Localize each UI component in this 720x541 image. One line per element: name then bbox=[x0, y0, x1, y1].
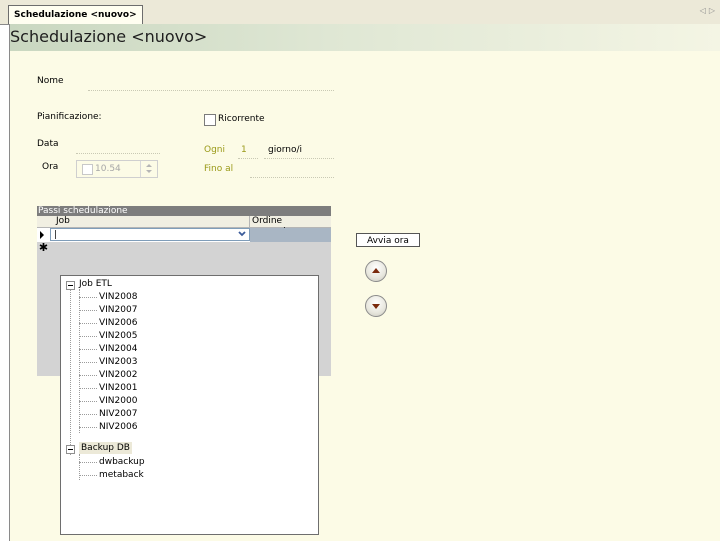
row-pointer-icon bbox=[40, 231, 44, 239]
tree-item[interactable]: VIN2005 bbox=[99, 330, 137, 342]
tree-item[interactable]: VIN2003 bbox=[99, 356, 137, 368]
tree-line bbox=[79, 401, 97, 402]
move-down-button[interactable] bbox=[365, 295, 387, 317]
column-job[interactable]: Job bbox=[56, 216, 70, 227]
tree-item[interactable]: VIN2001 bbox=[99, 382, 137, 394]
chevron-down-icon[interactable] bbox=[236, 229, 248, 240]
tree-item[interactable]: metaback bbox=[99, 469, 144, 481]
ogni-unit-field[interactable] bbox=[264, 158, 334, 159]
tree-line bbox=[79, 362, 97, 363]
tree-item[interactable]: VIN2000 bbox=[99, 395, 137, 407]
fino-al-field[interactable] bbox=[250, 177, 334, 178]
tree-line bbox=[79, 427, 97, 428]
spin-up-icon[interactable] bbox=[146, 164, 152, 167]
ogni-unit: giorno/i bbox=[268, 145, 303, 155]
nome-field[interactable] bbox=[88, 90, 334, 91]
combo-text: | bbox=[54, 230, 58, 240]
ogni-field[interactable] bbox=[238, 158, 258, 159]
new-row-icon: ✱ bbox=[38, 241, 49, 254]
collapse-icon[interactable] bbox=[66, 445, 75, 454]
ogni-label: Ogni bbox=[204, 145, 226, 155]
grid-column-header: Job Ordine esecuzione bbox=[37, 216, 331, 237]
tree-line bbox=[79, 454, 80, 480]
ogni-value: 1 bbox=[241, 145, 247, 155]
tab-strip: Schedulazione <nuovo> ◁▷ bbox=[0, 0, 720, 25]
tree-line bbox=[79, 388, 97, 389]
tree-line bbox=[79, 310, 97, 311]
tree-group-backup-db[interactable]: Backup DB bbox=[79, 442, 132, 454]
tree-line bbox=[79, 349, 97, 350]
tree-line bbox=[79, 475, 97, 476]
tree-line bbox=[79, 297, 97, 298]
tab-scroll-right-icon[interactable]: ▷ bbox=[709, 6, 718, 15]
tree-line bbox=[79, 323, 97, 324]
data-field[interactable] bbox=[76, 153, 160, 154]
table-row[interactable]: | bbox=[37, 228, 331, 242]
ricorrente-label: Ricorrente bbox=[218, 114, 265, 124]
page-header: Schedulazione <nuovo> bbox=[10, 24, 720, 51]
data-label: Data bbox=[37, 139, 59, 149]
grid-title: Passi schedulazione bbox=[37, 206, 331, 216]
ora-label: Ora bbox=[42, 162, 59, 172]
collapse-icon[interactable] bbox=[66, 281, 75, 290]
ora-value: 10.54 bbox=[95, 164, 121, 174]
tree-line bbox=[70, 285, 71, 455]
form-panel: Schedulazione <nuovo> Nome Pianificazion… bbox=[9, 24, 720, 541]
tree-item[interactable]: VIN2004 bbox=[99, 343, 137, 355]
tree-line bbox=[79, 336, 97, 337]
avvia-ora-button[interactable]: Avvia ora bbox=[356, 233, 420, 247]
ricorrente-checkbox[interactable] bbox=[204, 114, 216, 126]
tree-line bbox=[79, 462, 97, 463]
tree-group-job-etl[interactable]: Job ETL bbox=[79, 278, 112, 290]
tree-item[interactable]: VIN2007 bbox=[99, 304, 137, 316]
tree-item[interactable]: NIV2007 bbox=[99, 408, 137, 420]
tree-item[interactable]: VIN2006 bbox=[99, 317, 137, 329]
ora-enable-checkbox[interactable] bbox=[82, 164, 93, 175]
ora-time-picker[interactable]: 10.54 bbox=[76, 160, 158, 178]
move-up-button[interactable] bbox=[365, 260, 387, 282]
nome-label: Nome bbox=[37, 76, 64, 86]
triangle-down-icon bbox=[372, 304, 380, 309]
tab-scroll-left-icon[interactable]: ◁ bbox=[700, 6, 709, 15]
spin-down-icon[interactable] bbox=[146, 170, 152, 173]
fino-al-label: Fino al bbox=[204, 164, 234, 174]
tree-item[interactable]: dwbackup bbox=[99, 456, 145, 468]
tree-line bbox=[79, 375, 97, 376]
tree-line bbox=[79, 414, 97, 415]
tab-schedulazione[interactable]: Schedulazione <nuovo> bbox=[8, 5, 143, 24]
ora-spin-buttons[interactable] bbox=[140, 161, 157, 177]
ordine-cell[interactable] bbox=[250, 228, 331, 242]
page-title: Schedulazione <nuovo> bbox=[10, 27, 208, 46]
tree-item[interactable]: VIN2002 bbox=[99, 369, 137, 381]
pianificazione-label: Pianificazione: bbox=[37, 112, 102, 122]
job-tree-dropdown[interactable]: Job ETL VIN2008 VIN2007 VIN2006 VIN2005 … bbox=[60, 275, 319, 535]
column-ordine-esecuzione[interactable]: Ordine esecuzione bbox=[249, 216, 331, 237]
tree-item[interactable]: NIV2006 bbox=[99, 421, 137, 433]
tree-item[interactable]: VIN2008 bbox=[99, 291, 137, 303]
job-combobox[interactable]: | bbox=[50, 228, 250, 241]
triangle-up-icon bbox=[372, 268, 380, 273]
tab-scroll-buttons: ◁▷ bbox=[700, 6, 718, 15]
